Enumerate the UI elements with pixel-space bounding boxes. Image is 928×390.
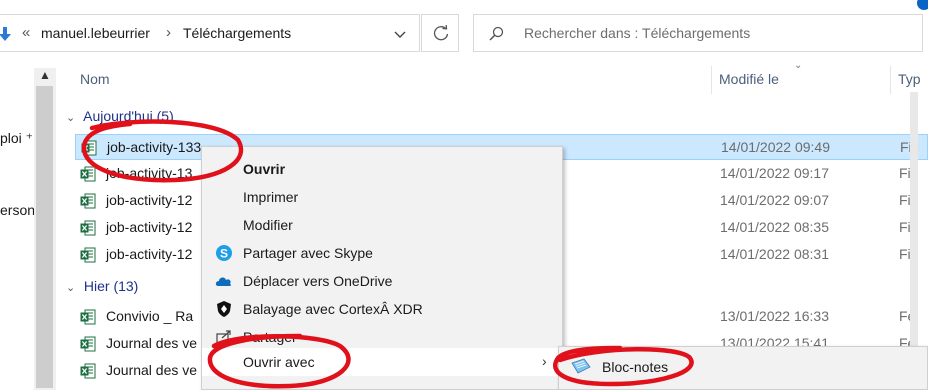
menu-item-label: Imprimer bbox=[243, 189, 299, 205]
excel-file-icon bbox=[80, 193, 96, 209]
excel-file-icon bbox=[80, 336, 96, 352]
group-label: Hier (13) bbox=[83, 278, 139, 294]
submenu-arrow-icon: › bbox=[542, 353, 547, 369]
nav-item-label[interactable]: ploi ⁺ bbox=[0, 130, 33, 147]
search-icon bbox=[489, 26, 504, 41]
group-header-yesterday[interactable]: ⌄ Hier (13) bbox=[66, 278, 138, 294]
column-divider[interactable] bbox=[890, 66, 891, 94]
submenu-item-label: Bloc-notes bbox=[602, 359, 669, 375]
menu-item-label: Déplacer vers OneDrive bbox=[243, 273, 393, 289]
menu-item-label: Modifier bbox=[243, 217, 293, 233]
file-name: job-activity-12 bbox=[106, 192, 193, 208]
menu-item-partager-avec-skype[interactable]: S Partager avec Skype bbox=[202, 239, 562, 267]
menu-item-ouvrir-avec[interactable]: Ouvrir avec › bbox=[202, 348, 562, 376]
file-modified-date: 14/01/2022 08:35 bbox=[720, 219, 829, 235]
chevron-down-icon[interactable] bbox=[393, 27, 407, 41]
file-modified-date: 14/01/2022 08:31 bbox=[720, 246, 829, 262]
nav-item-label[interactable]: erson bbox=[0, 202, 35, 218]
menu-item-ouvrir[interactable]: Ouvrir bbox=[202, 155, 562, 183]
menu-item-label: Partager avec Skype bbox=[243, 245, 373, 261]
navigation-scrollbar-thumb[interactable] bbox=[36, 86, 53, 388]
address-overflow-symbol[interactable]: « bbox=[22, 24, 30, 41]
search-placeholder[interactable]: Rechercher dans : Téléchargements bbox=[524, 25, 750, 41]
column-divider[interactable] bbox=[711, 66, 712, 94]
excel-file-icon bbox=[80, 309, 96, 325]
menu-item-label: Partager bbox=[243, 329, 297, 345]
excel-file-icon bbox=[81, 140, 97, 156]
menu-item-modifier[interactable]: Modifier bbox=[202, 211, 562, 239]
open-with-submenu: Bloc-notes bbox=[558, 346, 928, 390]
menu-item-label: Ouvrir bbox=[243, 161, 286, 177]
file-name: job-activity-133 bbox=[107, 139, 202, 155]
file-modified-date: 13/01/2022 16:33 bbox=[720, 308, 829, 324]
column-header-modified[interactable]: Modifié le bbox=[719, 71, 779, 95]
breadcrumb-separator-icon[interactable]: › bbox=[166, 24, 171, 41]
file-name: Journal des ve bbox=[106, 362, 198, 378]
sort-chevron-icon: ⌄ bbox=[794, 60, 803, 71]
file-name: job-activity-12 bbox=[106, 246, 193, 262]
search-box[interactable]: Rechercher dans : Téléchargements bbox=[473, 14, 923, 52]
notification-dot bbox=[917, 0, 928, 10]
location-arrow-icon bbox=[0, 27, 11, 41]
breadcrumb-user[interactable]: manuel.lebeurrier bbox=[41, 25, 150, 41]
group-header-today[interactable]: ⌄ Aujourd'hui (5) bbox=[66, 108, 174, 124]
scroll-up-icon[interactable]: ▲ bbox=[39, 68, 51, 82]
file-name: Convivio _ Ra bbox=[106, 308, 194, 324]
file-name: Journal des ve bbox=[106, 335, 198, 351]
excel-file-icon bbox=[80, 247, 96, 263]
file-name: job-activity-12 bbox=[106, 219, 193, 235]
onedrive-icon bbox=[215, 277, 232, 286]
column-header-name[interactable]: Nom bbox=[80, 71, 110, 95]
excel-file-icon bbox=[80, 363, 96, 379]
excel-file-icon bbox=[80, 220, 96, 236]
menu-item-label: Ouvrir avec bbox=[243, 354, 315, 370]
context-menu: Ouvrir Imprimer Modifier S Partager avec Sky… bbox=[201, 146, 563, 390]
chevron-down-icon[interactable]: ⌄ bbox=[66, 281, 80, 294]
file-modified-date: 14/01/2022 09:17 bbox=[720, 165, 829, 181]
chevron-down-icon[interactable]: ⌄ bbox=[66, 111, 80, 124]
file-modified-date: 14/01/2022 09:49 bbox=[721, 139, 830, 155]
menu-item-label: Balayage avec CortexÂ XDR bbox=[243, 301, 423, 317]
share-icon bbox=[216, 330, 231, 345]
address-bar[interactable]: « manuel.lebeurrier › Téléchargements bbox=[0, 14, 420, 52]
refresh-icon bbox=[433, 25, 449, 41]
submenu-item-notepad[interactable]: Bloc-notes bbox=[561, 351, 925, 381]
svg-text:S: S bbox=[220, 247, 228, 261]
file-modified-date: 14/01/2022 09:07 bbox=[720, 192, 829, 208]
group-label: Aujourd'hui (5) bbox=[83, 108, 174, 124]
refresh-button[interactable] bbox=[421, 14, 459, 52]
notepad-icon bbox=[571, 358, 591, 374]
skype-icon: S bbox=[216, 245, 232, 261]
menu-item-deplacer-vers-onedrive[interactable]: Déplacer vers OneDrive bbox=[202, 267, 562, 295]
file-name: job-activity-13 bbox=[106, 165, 193, 181]
menu-item-imprimer[interactable]: Imprimer bbox=[202, 183, 562, 211]
breadcrumb-downloads[interactable]: Téléchargements bbox=[183, 25, 291, 41]
cortex-shield-icon bbox=[217, 301, 231, 317]
excel-file-icon bbox=[80, 166, 96, 182]
menu-item-balayage-avec-cortexa-xdr[interactable]: Balayage avec CortexÂ XDR bbox=[202, 295, 562, 323]
top-bar: « manuel.lebeurrier › Téléchargements Re… bbox=[0, 0, 928, 68]
menu-item-partager[interactable]: Partager bbox=[202, 323, 562, 351]
